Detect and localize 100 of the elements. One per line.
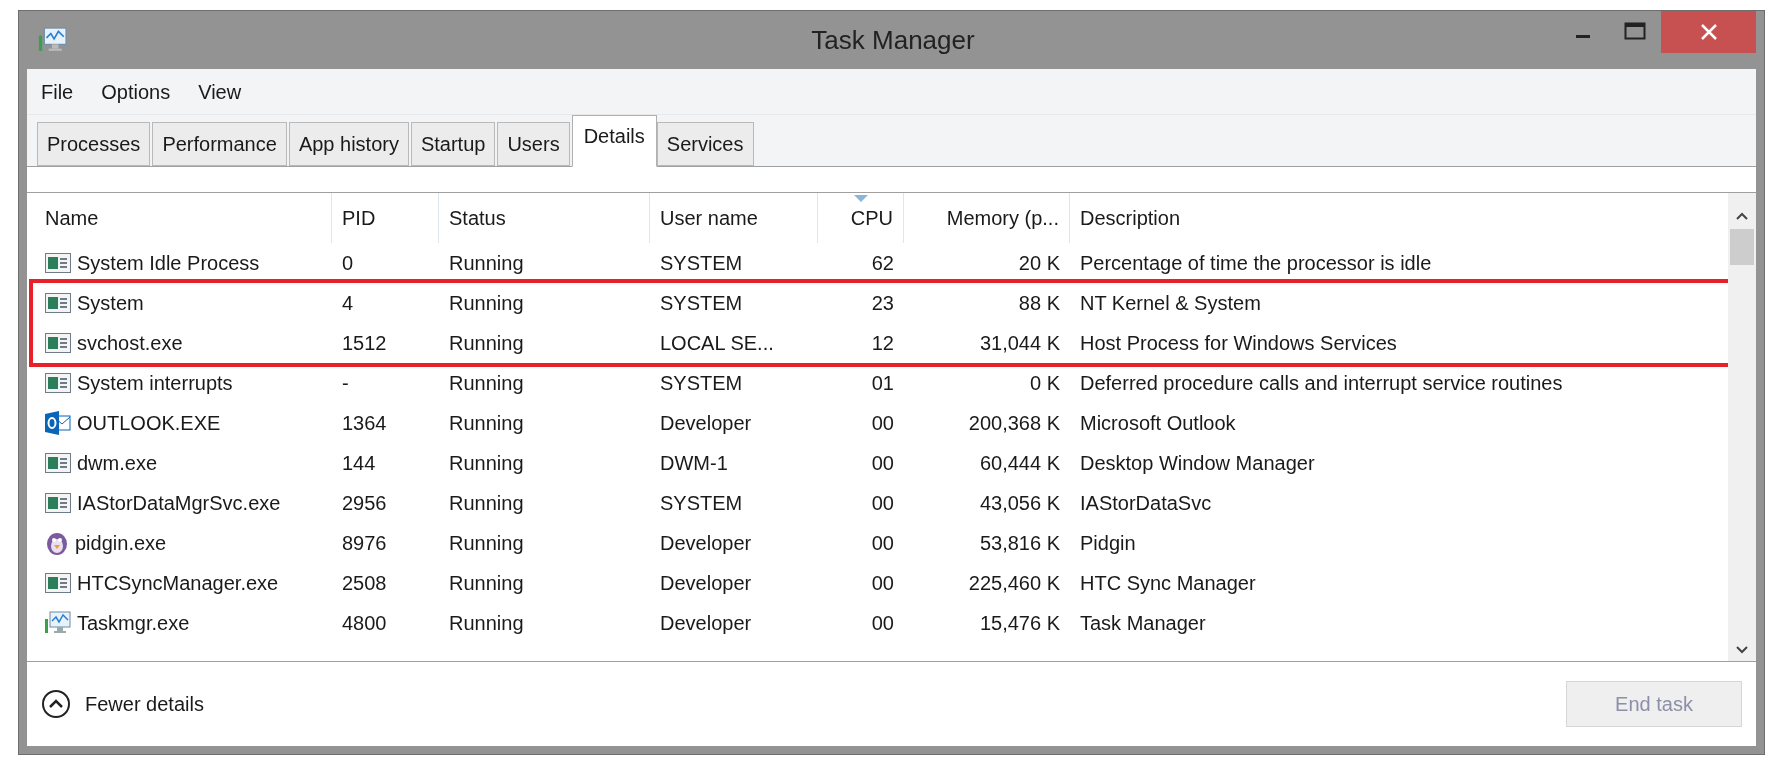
table-cell-text: NT Kernel & System bbox=[1080, 291, 1261, 316]
table-cell-text: System Idle Process bbox=[77, 251, 260, 276]
table-cell-text: Running bbox=[449, 291, 524, 316]
table-cell-text: 00 bbox=[871, 451, 894, 476]
table-cell-text: Developer bbox=[660, 611, 752, 636]
table-cell-text: 88 K bbox=[1018, 291, 1060, 316]
table-cell-text: svchost.exe bbox=[77, 331, 183, 356]
menu-item[interactable]: View bbox=[198, 76, 242, 107]
column-header[interactable]: Description bbox=[1080, 203, 1181, 233]
column-header[interactable]: PID bbox=[342, 203, 376, 233]
table-cell-text: Running bbox=[449, 611, 524, 636]
window-icon bbox=[45, 253, 71, 273]
table-cell-text: 225,460 K bbox=[968, 571, 1060, 596]
tab[interactable]: Performance bbox=[152, 122, 287, 166]
tab[interactable]: App history bbox=[288, 122, 409, 166]
table-cell-text: 2956 bbox=[342, 491, 387, 516]
table-cell-text: 23 bbox=[871, 291, 894, 316]
scrollbar[interactable] bbox=[1728, 193, 1756, 661]
table-cell-text: Desktop Window Manager bbox=[1080, 451, 1315, 476]
window-icon bbox=[45, 293, 71, 313]
table-cell-text: SYSTEM bbox=[660, 291, 743, 316]
window-title: Task Manager bbox=[810, 23, 976, 57]
table-cell-text: 12 bbox=[871, 331, 894, 356]
table-cell-text: 20 K bbox=[1018, 251, 1060, 276]
bird-icon bbox=[45, 530, 69, 556]
table-cell-text: 200,368 K bbox=[968, 411, 1060, 436]
table-cell-text: 60,444 K bbox=[979, 451, 1060, 476]
table-cell-text: 2508 bbox=[342, 571, 387, 596]
table-cell-text: System interrupts bbox=[77, 371, 233, 396]
table-cell-text: Developer bbox=[660, 531, 752, 556]
tab[interactable]: Startup bbox=[410, 122, 496, 166]
table-cell-text: Developer bbox=[660, 411, 752, 436]
table-cell-text: Host Process for Windows Services bbox=[1080, 331, 1397, 356]
table-cell-text: SYSTEM bbox=[660, 251, 743, 276]
scroll-down-icon bbox=[1735, 645, 1749, 655]
scroll-up-icon bbox=[1735, 211, 1749, 221]
table-cell-text: 0 K bbox=[1029, 371, 1060, 396]
close-icon bbox=[1699, 23, 1718, 41]
maximize-icon bbox=[1624, 22, 1646, 40]
table-cell-text: 15,476 K bbox=[979, 611, 1060, 636]
table-cell-text: Developer bbox=[660, 571, 752, 596]
table-cell-text: 31,044 K bbox=[979, 331, 1060, 356]
table-cell-text: 00 bbox=[871, 491, 894, 516]
table-cell-text: - bbox=[342, 371, 349, 396]
window-icon bbox=[45, 453, 71, 473]
table-cell-text: Running bbox=[449, 451, 524, 476]
column-header[interactable]: Memory (p... bbox=[946, 203, 1059, 233]
minimize-icon bbox=[1576, 34, 1590, 38]
table-cell-text: 43,056 K bbox=[979, 491, 1060, 516]
table-cell-text: System bbox=[77, 291, 144, 316]
table-cell-text: Running bbox=[449, 531, 524, 556]
table-cell-text: 1512 bbox=[342, 331, 387, 356]
fewer-details-button[interactable]: Fewer details bbox=[41, 689, 204, 719]
table-cell-text: 144 bbox=[342, 451, 376, 476]
tab[interactable]: Services bbox=[656, 122, 754, 166]
chevron-up-circle-icon bbox=[41, 689, 71, 719]
scroll-thumb[interactable] bbox=[1730, 229, 1754, 265]
tab[interactable]: Users bbox=[497, 122, 570, 166]
column-header[interactable]: Status bbox=[449, 203, 506, 233]
table-cell-text: 1364 bbox=[342, 411, 387, 436]
window-icon bbox=[45, 373, 71, 393]
table-cell-text: 00 bbox=[871, 611, 894, 636]
table-cell-text: Running bbox=[449, 371, 524, 396]
table-cell-text: 00 bbox=[871, 531, 894, 556]
table-cell-text: pidgin.exe bbox=[75, 531, 167, 556]
monitor-chart-icon bbox=[37, 27, 69, 53]
table-cell-text: SYSTEM bbox=[660, 491, 743, 516]
table-cell-text: 00 bbox=[871, 411, 894, 436]
table-cell-text: 8976 bbox=[342, 531, 387, 556]
table-cell-text: 4 bbox=[342, 291, 354, 316]
table-cell-text: Running bbox=[449, 571, 524, 596]
table-cell-text: 62 bbox=[871, 251, 894, 276]
table-cell-text: Pidgin bbox=[1080, 531, 1136, 556]
column-header[interactable]: Name bbox=[45, 203, 99, 233]
table-cell-text: 00 bbox=[871, 571, 894, 596]
table-cell-text: DWM-1 bbox=[660, 451, 728, 476]
table-cell-text: Task Manager bbox=[1080, 611, 1206, 636]
table-cell-text: Deferred procedure calls and interrupt service routines bbox=[1080, 371, 1563, 396]
window-icon bbox=[45, 573, 71, 593]
table-cell-text: HTC Sync Manager bbox=[1080, 571, 1256, 596]
table-cell-text: Running bbox=[449, 331, 524, 356]
column-header[interactable]: CPU bbox=[850, 203, 893, 233]
tab[interactable]: Processes bbox=[37, 122, 151, 166]
table-cell-text: Percentage of time the processor is idle bbox=[1080, 251, 1432, 276]
window-icon bbox=[45, 493, 71, 513]
menu-item[interactable]: Options bbox=[101, 76, 171, 107]
monitor-chart-icon bbox=[45, 611, 71, 635]
menu-item[interactable]: File bbox=[41, 76, 74, 107]
table-cell-text: LOCAL SE... bbox=[660, 331, 774, 356]
table-cell-text: IAStorDataMgrSvc.exe bbox=[77, 491, 281, 516]
table-cell-text: 0 bbox=[342, 251, 354, 276]
table-cell-text: 4800 bbox=[342, 611, 387, 636]
table-cell-text: OUTLOOK.EXE bbox=[77, 411, 221, 436]
table-cell-text: 53,816 K bbox=[979, 531, 1060, 556]
table-cell-text: dwm.exe bbox=[77, 451, 158, 476]
tab[interactable]: Details bbox=[571, 115, 657, 167]
column-header[interactable]: User name bbox=[660, 203, 758, 233]
table-cell-text: Running bbox=[449, 251, 524, 276]
table-cell-text: Taskmgr.exe bbox=[77, 611, 190, 636]
table-cell-text: HTCSyncManager.exe bbox=[77, 571, 279, 596]
